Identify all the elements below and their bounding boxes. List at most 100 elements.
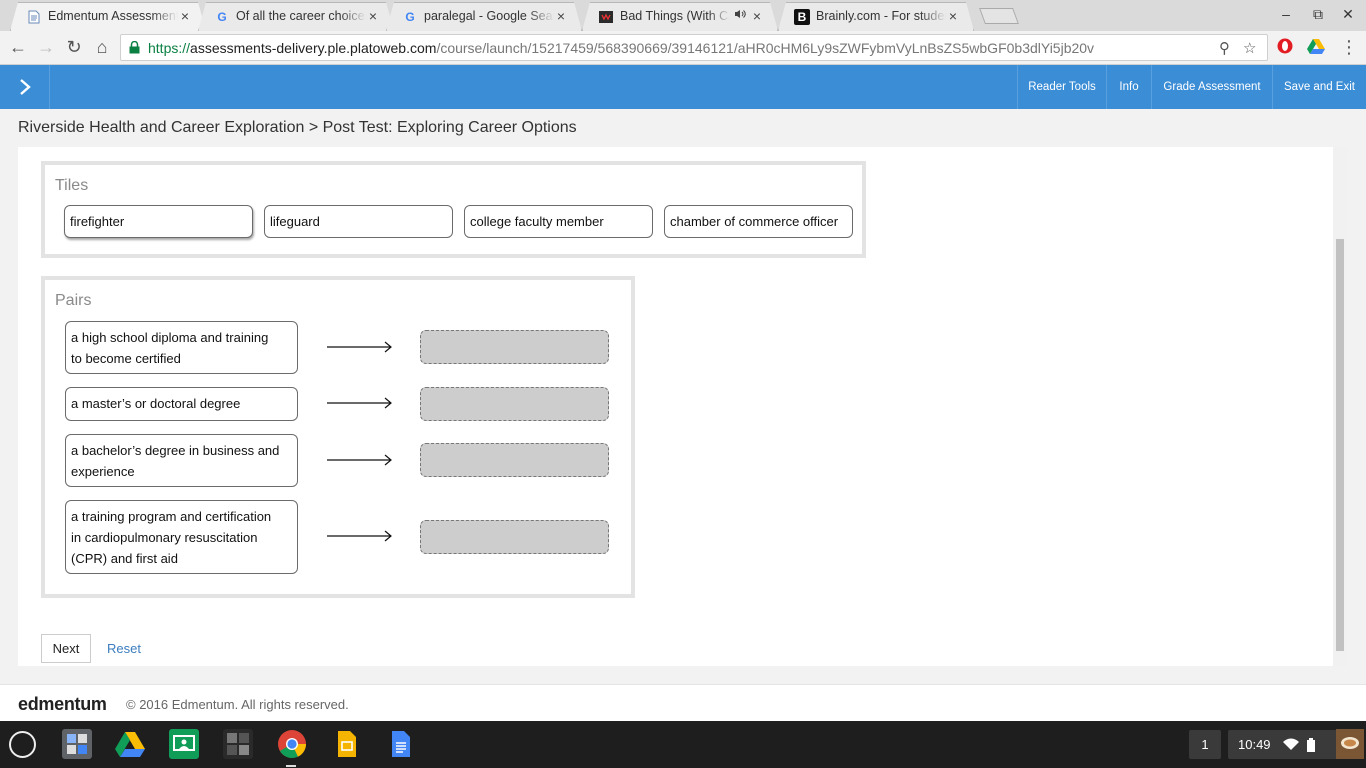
page-footer: edmentum © 2016 Edmentum. All rights res… xyxy=(0,684,1366,721)
pair-label-line: a master’s or doctoral degree xyxy=(71,396,241,411)
video-icon xyxy=(598,9,614,25)
arrow-right-icon xyxy=(327,341,392,353)
menu-toggle-button[interactable] xyxy=(0,65,50,109)
tile-college-faculty-member[interactable]: college faculty member xyxy=(464,205,653,238)
edmentum-logo: edmentum xyxy=(18,694,107,714)
tab-title: Brainly.com - For students xyxy=(816,9,946,23)
pair-label-line: a training program and certification xyxy=(71,509,272,524)
lock-icon xyxy=(129,40,140,54)
drop-target-4[interactable] xyxy=(420,520,609,554)
tab-title: Of all the career choices xyxy=(236,9,366,23)
tiles-title: Tiles xyxy=(55,177,89,194)
close-icon[interactable]: × xyxy=(750,8,764,24)
tiles-box: Tiles firefighter lifeguard college facu… xyxy=(41,161,866,258)
pair-label-line: in cardiopulmonary resuscitation xyxy=(71,530,258,545)
pair-label-line: a bachelor’s degree in business and xyxy=(71,443,280,458)
reload-icon[interactable]: ↻ xyxy=(63,37,85,57)
close-icon[interactable]: × xyxy=(946,8,960,24)
chrome-menu-icon[interactable]: ⋮ xyxy=(1338,37,1360,57)
chevron-right-icon xyxy=(19,79,31,95)
pair-label-line: experience xyxy=(71,464,135,479)
url-host: assessments-delivery.ple.platoweb.com xyxy=(190,40,437,56)
minimize-icon[interactable]: – xyxy=(1276,6,1296,22)
pair-label-2: a master’s or doctoral degree xyxy=(65,387,298,421)
drop-target-2[interactable] xyxy=(420,387,609,421)
slides-icon[interactable] xyxy=(331,729,361,759)
browser-toolbar: ← → ↻ ⌂ https://assessments-delivery.ple… xyxy=(0,31,1366,65)
new-tab-button[interactable] xyxy=(979,8,1019,24)
pairs-title: Pairs xyxy=(55,292,92,309)
tab-bad-things[interactable]: Bad Things (With Camila × xyxy=(582,2,778,31)
google-icon: G xyxy=(217,10,227,24)
grade-assessment-button[interactable]: Grade Assessment xyxy=(1151,65,1272,109)
drop-target-3[interactable] xyxy=(420,443,609,477)
close-icon[interactable]: × xyxy=(178,8,192,24)
bookmark-star-icon[interactable]: ☆ xyxy=(1243,39,1256,57)
pair-label-line: (CPR) and first aid xyxy=(71,551,178,566)
tab-career-choices[interactable]: G Of all the career choices × xyxy=(198,2,394,31)
tile-chamber-of-commerce-officer[interactable]: chamber of commerce officer xyxy=(664,205,853,238)
close-icon[interactable]: × xyxy=(554,8,568,24)
window-icon[interactable] xyxy=(223,729,253,759)
pair-label-1: a high school diploma and training to be… xyxy=(65,321,298,374)
launcher-icon[interactable] xyxy=(9,731,36,758)
reset-link[interactable]: Reset xyxy=(107,641,141,656)
url-text: https://assessments-delivery.ple.platowe… xyxy=(148,40,1094,56)
save-and-exit-button[interactable]: Save and Exit xyxy=(1272,65,1366,109)
tab-paralegal-search[interactable]: G paralegal - Google Search × xyxy=(386,2,582,31)
tab-strip: Edmentum Assessments × G Of all the care… xyxy=(0,0,1366,31)
tab-title: Edmentum Assessments xyxy=(48,9,178,23)
tab-edmentum[interactable]: Edmentum Assessments × xyxy=(10,2,206,31)
pair-label-3: a bachelor’s degree in business and expe… xyxy=(65,434,298,487)
brainly-icon: B xyxy=(794,9,810,25)
pair-label-4: a training program and certification in … xyxy=(65,500,298,574)
arrow-right-icon xyxy=(327,397,392,409)
avatar[interactable] xyxy=(1336,729,1364,759)
active-app-indicator xyxy=(286,765,296,767)
url-path: /course/launch/15217459/568390669/391461… xyxy=(436,40,1095,56)
doc-icon xyxy=(26,9,42,25)
arrow-right-icon xyxy=(327,454,392,466)
zoom-icon[interactable]: ⚲ xyxy=(1219,39,1230,57)
drop-target-1[interactable] xyxy=(420,330,609,364)
opera-extension-icon[interactable] xyxy=(1276,37,1294,55)
pair-label-line: a high school diploma and training xyxy=(71,330,269,345)
next-button[interactable]: Next xyxy=(41,634,91,663)
forward-icon[interactable]: → xyxy=(35,37,57,57)
home-icon[interactable]: ⌂ xyxy=(91,37,113,57)
maximize-icon[interactable]: ⧉ xyxy=(1308,6,1328,23)
pair-label-line: to become certified xyxy=(71,351,181,366)
info-button[interactable]: Info xyxy=(1106,65,1151,109)
arrow-right-icon xyxy=(327,530,392,542)
back-icon[interactable]: ← xyxy=(7,37,29,57)
scrollbar[interactable] xyxy=(1333,147,1347,666)
classroom-icon[interactable] xyxy=(169,729,199,759)
address-bar[interactable]: https://assessments-delivery.ple.platowe… xyxy=(120,34,1268,61)
tile-lifeguard[interactable]: lifeguard xyxy=(264,205,453,238)
docs-icon[interactable] xyxy=(385,729,415,759)
tab-title: paralegal - Google Search xyxy=(424,9,554,23)
google-icon: G xyxy=(405,10,415,24)
system-tray[interactable]: 10:49 xyxy=(1228,730,1338,759)
breadcrumb: Riverside Health and Career Exploration … xyxy=(18,119,577,136)
pairs-box: Pairs a high school diploma and training… xyxy=(41,276,635,598)
speaker-icon[interactable] xyxy=(734,9,746,22)
drive-extension-icon[interactable] xyxy=(1307,37,1325,55)
url-scheme: https:// xyxy=(148,40,191,56)
tile-firefighter[interactable]: firefighter xyxy=(64,205,253,238)
tab-brainly[interactable]: B Brainly.com - For students × xyxy=(778,2,974,31)
chrome-icon[interactable] xyxy=(277,729,307,759)
drive-icon[interactable] xyxy=(115,729,145,759)
close-icon[interactable]: × xyxy=(366,8,380,24)
tab-title: Bad Things (With Camila xyxy=(620,9,730,23)
wifi-icon xyxy=(1282,738,1299,750)
window-close-icon[interactable]: ✕ xyxy=(1338,6,1358,23)
battery-icon xyxy=(1306,737,1315,752)
scrollbar-thumb[interactable] xyxy=(1336,239,1344,651)
app-header: Reader Tools Info Grade Assessment Save … xyxy=(0,65,1366,109)
clock: 10:49 xyxy=(1238,737,1271,752)
os-shelf: 1 10:49 xyxy=(0,721,1366,768)
notification-count[interactable]: 1 xyxy=(1189,730,1221,759)
calculator-icon[interactable] xyxy=(62,729,92,759)
reader-tools-button[interactable]: Reader Tools xyxy=(1017,65,1106,109)
